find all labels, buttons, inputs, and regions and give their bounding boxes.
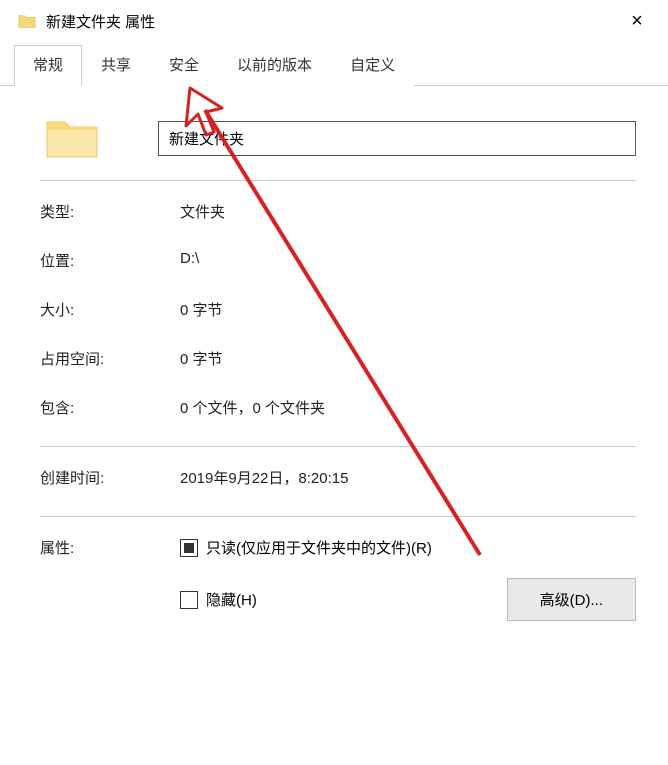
tab-security[interactable]: 安全 xyxy=(150,45,218,86)
tab-customize[interactable]: 自定义 xyxy=(331,45,414,86)
tab-strip: 常规 共享 安全 以前的版本 自定义 xyxy=(0,38,668,86)
hidden-checkbox-label: 隐藏(H) xyxy=(206,589,257,610)
hidden-checkbox[interactable]: 隐藏(H) xyxy=(180,589,257,610)
type-label: 类型: xyxy=(40,201,180,222)
size-on-disk-label: 占用空间: xyxy=(40,348,180,369)
tab-sharing[interactable]: 共享 xyxy=(82,45,150,86)
titlebar: 新建文件夹 属性 × xyxy=(0,0,668,38)
advanced-button[interactable]: 高级(D)... xyxy=(507,578,636,621)
folder-icon xyxy=(18,13,36,29)
checkbox-filled-icon xyxy=(180,539,198,557)
properties-panel: 类型: 文件夹 位置: D:\ 大小: 0 字节 占用空间: 0 字节 包含: … xyxy=(0,86,668,631)
folder-name-input[interactable] xyxy=(158,121,636,156)
created-label: 创建时间: xyxy=(40,467,180,488)
window-title: 新建文件夹 属性 xyxy=(46,11,622,32)
type-value: 文件夹 xyxy=(180,201,636,222)
close-icon[interactable]: × xyxy=(622,10,652,33)
location-value: D:\ xyxy=(180,250,636,271)
readonly-checkbox[interactable]: 只读(仅应用于文件夹中的文件)(R) xyxy=(180,537,432,558)
folder-large-icon xyxy=(44,114,100,162)
location-label: 位置: xyxy=(40,250,180,271)
size-on-disk-value: 0 字节 xyxy=(180,348,636,369)
contains-label: 包含: xyxy=(40,397,180,418)
tab-general[interactable]: 常规 xyxy=(14,45,82,86)
tab-previous-versions[interactable]: 以前的版本 xyxy=(218,45,331,86)
size-label: 大小: xyxy=(40,299,180,320)
separator xyxy=(40,516,636,517)
created-value: 2019年9月22日，8:20:15 xyxy=(180,467,636,488)
size-value: 0 字节 xyxy=(180,299,636,320)
separator xyxy=(40,446,636,447)
readonly-checkbox-label: 只读(仅应用于文件夹中的文件)(R) xyxy=(206,537,432,558)
checkbox-empty-icon xyxy=(180,591,198,609)
contains-value: 0 个文件，0 个文件夹 xyxy=(180,397,636,418)
separator xyxy=(40,180,636,181)
attributes-label: 属性: xyxy=(40,537,180,621)
